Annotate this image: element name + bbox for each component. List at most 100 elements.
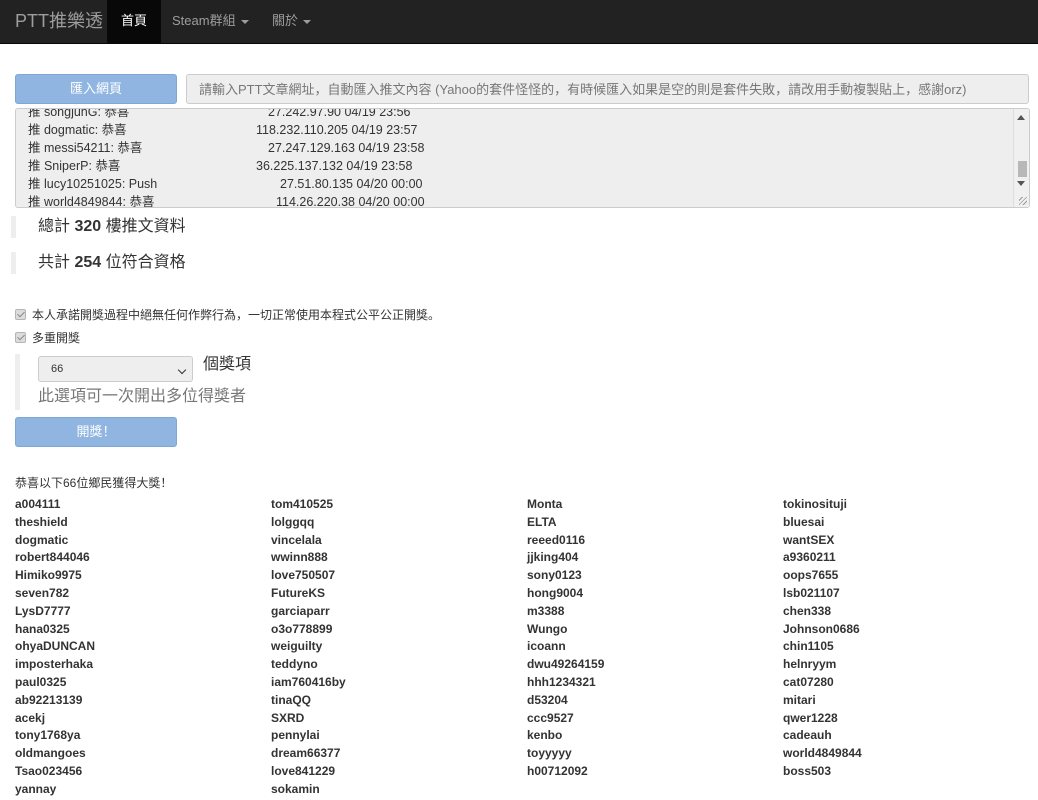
winner-item: mitari	[783, 692, 816, 707]
brand-link[interactable]: PTT推樂透	[15, 0, 103, 44]
chevron-down-icon	[177, 365, 187, 375]
draw-button[interactable]: 開獎！	[15, 417, 177, 447]
winner-item: paul0325	[15, 674, 67, 689]
push-line-ip-time: 27.247.129.163 04/19 23:58	[268, 141, 425, 155]
push-line-text: 推 world4849844: 恭喜	[28, 195, 155, 208]
winner-item: pennylai	[271, 728, 320, 743]
multi-draw-label: 多重開獎	[32, 331, 81, 345]
winner-item: wantSEX	[783, 532, 835, 547]
winner-item: dwu49264159	[527, 657, 605, 672]
winner-item: tokinosituji	[783, 497, 847, 511]
winner-item: love841229	[271, 763, 336, 778]
winner-item: imposterhaka	[15, 657, 94, 672]
winner-item: SXRD	[271, 710, 305, 725]
winner-item: chen338	[783, 603, 832, 618]
caret-down-icon	[303, 19, 312, 24]
winner-item: seven782	[15, 585, 70, 600]
eligible-count: 254	[74, 254, 102, 271]
push-line-text: 推 dogmatic: 恭喜	[28, 123, 127, 137]
winner-item: ohyaDUNCAN	[15, 639, 96, 654]
total-count: 320	[74, 218, 102, 235]
winner-item: dogmatic	[15, 532, 69, 547]
winners-column-4: tokinosituji bluesai wantSEX a9360211 oops76…	[783, 496, 1033, 781]
winner-item: icoann	[527, 639, 566, 654]
winner-item: FutureKS	[271, 585, 325, 600]
nav-steam-label: Steam群組	[172, 13, 236, 28]
winner-item: cat07280	[783, 674, 834, 689]
winner-item: teddyno	[271, 657, 318, 672]
winner-item: oops7655	[783, 568, 839, 583]
winner-item: bluesai	[783, 514, 825, 529]
winners-column-3: Monta ELTA reeed0116 jjking404 sony0123 hong9…	[527, 496, 777, 781]
winner-item: Johnson0686	[783, 621, 860, 636]
winner-item: a004111	[15, 497, 61, 511]
push-line: 推 songjunG: 恭喜 27.242.97.90 04/19 23:56	[28, 109, 1009, 121]
push-line: 推 world4849844: 恭喜 114.26.220.38 04/20 00…	[28, 193, 1009, 208]
prize-unit-label: 個獎項	[203, 356, 252, 373]
url-input[interactable]	[186, 74, 1029, 104]
winner-item: love750507	[271, 568, 336, 583]
push-line-text: 推 messi54211: 恭喜	[28, 141, 143, 155]
push-line-text: 推 SniperP: 恭喜	[28, 159, 121, 173]
push-line-ip-time: 36.225.137.132 04/19 23:58	[256, 159, 413, 173]
nav-home[interactable]: 首頁	[107, 0, 162, 44]
winner-item: toyyyyy	[527, 746, 572, 761]
nav-about-dropdown[interactable]: 關於	[258, 0, 325, 44]
eligible-suffix: 位符合資格	[105, 254, 186, 271]
winner-item: hana0325	[15, 621, 70, 636]
winner-item: sokamin	[271, 781, 320, 796]
winner-item: ELTA	[527, 514, 557, 529]
push-line: 推 messi54211: 恭喜 27.247.129.163 04/19 23:…	[28, 139, 1009, 157]
winner-item: boss503	[783, 763, 832, 778]
scroll-down-icon[interactable]	[1017, 181, 1025, 186]
nav-about-label: 關於	[272, 13, 299, 28]
winner-item: weiguilty	[271, 639, 323, 654]
scroll-thumb[interactable]	[1018, 161, 1027, 177]
textarea-scrollbar[interactable]	[1013, 109, 1029, 207]
winner-item: kenbo	[527, 728, 563, 743]
multi-draw-checkbox-row[interactable]: 多重開獎	[15, 329, 80, 347]
scroll-up-icon[interactable]	[1017, 115, 1025, 120]
winner-item: robert844046	[15, 550, 90, 565]
prize-block: 66 個獎項 此選項可一次開出多位得獎者	[15, 354, 415, 410]
winner-item: lsb021107	[783, 585, 840, 600]
winner-item: world4849844	[783, 746, 862, 761]
winner-item: sony0123	[527, 568, 582, 583]
prize-count-select[interactable]: 66	[38, 356, 193, 382]
pledge-checkbox-row[interactable]: 本人承諾開獎過程中絕無任何作弊行為，一切正常使用本程式公平公正開獎。	[15, 306, 440, 324]
winner-item: Himiko9975	[15, 568, 82, 583]
winner-item: ab92213139	[15, 692, 83, 707]
winner-item: dream66377	[271, 746, 341, 761]
total-suffix: 樓推文資料	[105, 218, 186, 235]
total-prefix: 總計	[38, 218, 71, 235]
total-stat: 總計 320 樓推文資料	[11, 216, 411, 238]
winner-item: chin1105	[783, 639, 834, 654]
push-textarea[interactable]: 推 songjunG: 恭喜 27.242.97.90 04/19 23:56 推 …	[15, 108, 1030, 208]
push-line-ip-time: 114.26.220.38 04/20 00:00	[276, 195, 425, 208]
winners-title: 恭喜以下66位鄉民獲得大獎！	[15, 476, 173, 490]
pledge-label: 本人承諾開獎過程中絕無任何作弊行為，一切正常使用本程式公平公正開獎。	[32, 308, 441, 322]
nav-steam-dropdown[interactable]: Steam群組	[158, 0, 263, 44]
winner-item: wwinn888	[271, 550, 328, 565]
push-line: 推 dogmatic: 恭喜 118.232.110.205 04/19 23:5…	[28, 121, 1009, 139]
winner-item: a9360211	[783, 550, 836, 565]
winner-item: lolggqq	[271, 514, 315, 529]
winner-item: yannay	[15, 781, 57, 796]
winner-item: acekj	[15, 710, 46, 725]
push-line: 推 SniperP: 恭喜 36.225.137.132 04/19 23:58	[28, 157, 1009, 175]
winners-column-1: a004111 theshield dogmatic robert844046 Himi…	[15, 496, 265, 799]
push-line: 推 lucy10251025: Push 27.51.80.135 04/20 0…	[28, 175, 1009, 193]
push-line-text: 推 lucy10251025: Push	[28, 177, 158, 191]
multi-draw-checkbox[interactable]	[15, 332, 26, 343]
winner-item: helnryym	[783, 657, 837, 672]
pledge-checkbox[interactable]	[15, 309, 26, 320]
resize-grip-icon[interactable]	[1019, 197, 1027, 205]
winner-item: d53204	[527, 692, 568, 707]
winner-item: qwer1228	[783, 710, 838, 725]
winner-item: oldmangoes	[15, 746, 86, 761]
winner-item: cadeauh	[783, 728, 832, 743]
winner-item: LysD7777	[15, 603, 71, 618]
prize-count-value: 66	[51, 363, 64, 375]
import-button[interactable]: 匯入網頁	[15, 74, 177, 104]
prize-help-text: 此選項可一次開出多位得獎者	[38, 388, 247, 405]
